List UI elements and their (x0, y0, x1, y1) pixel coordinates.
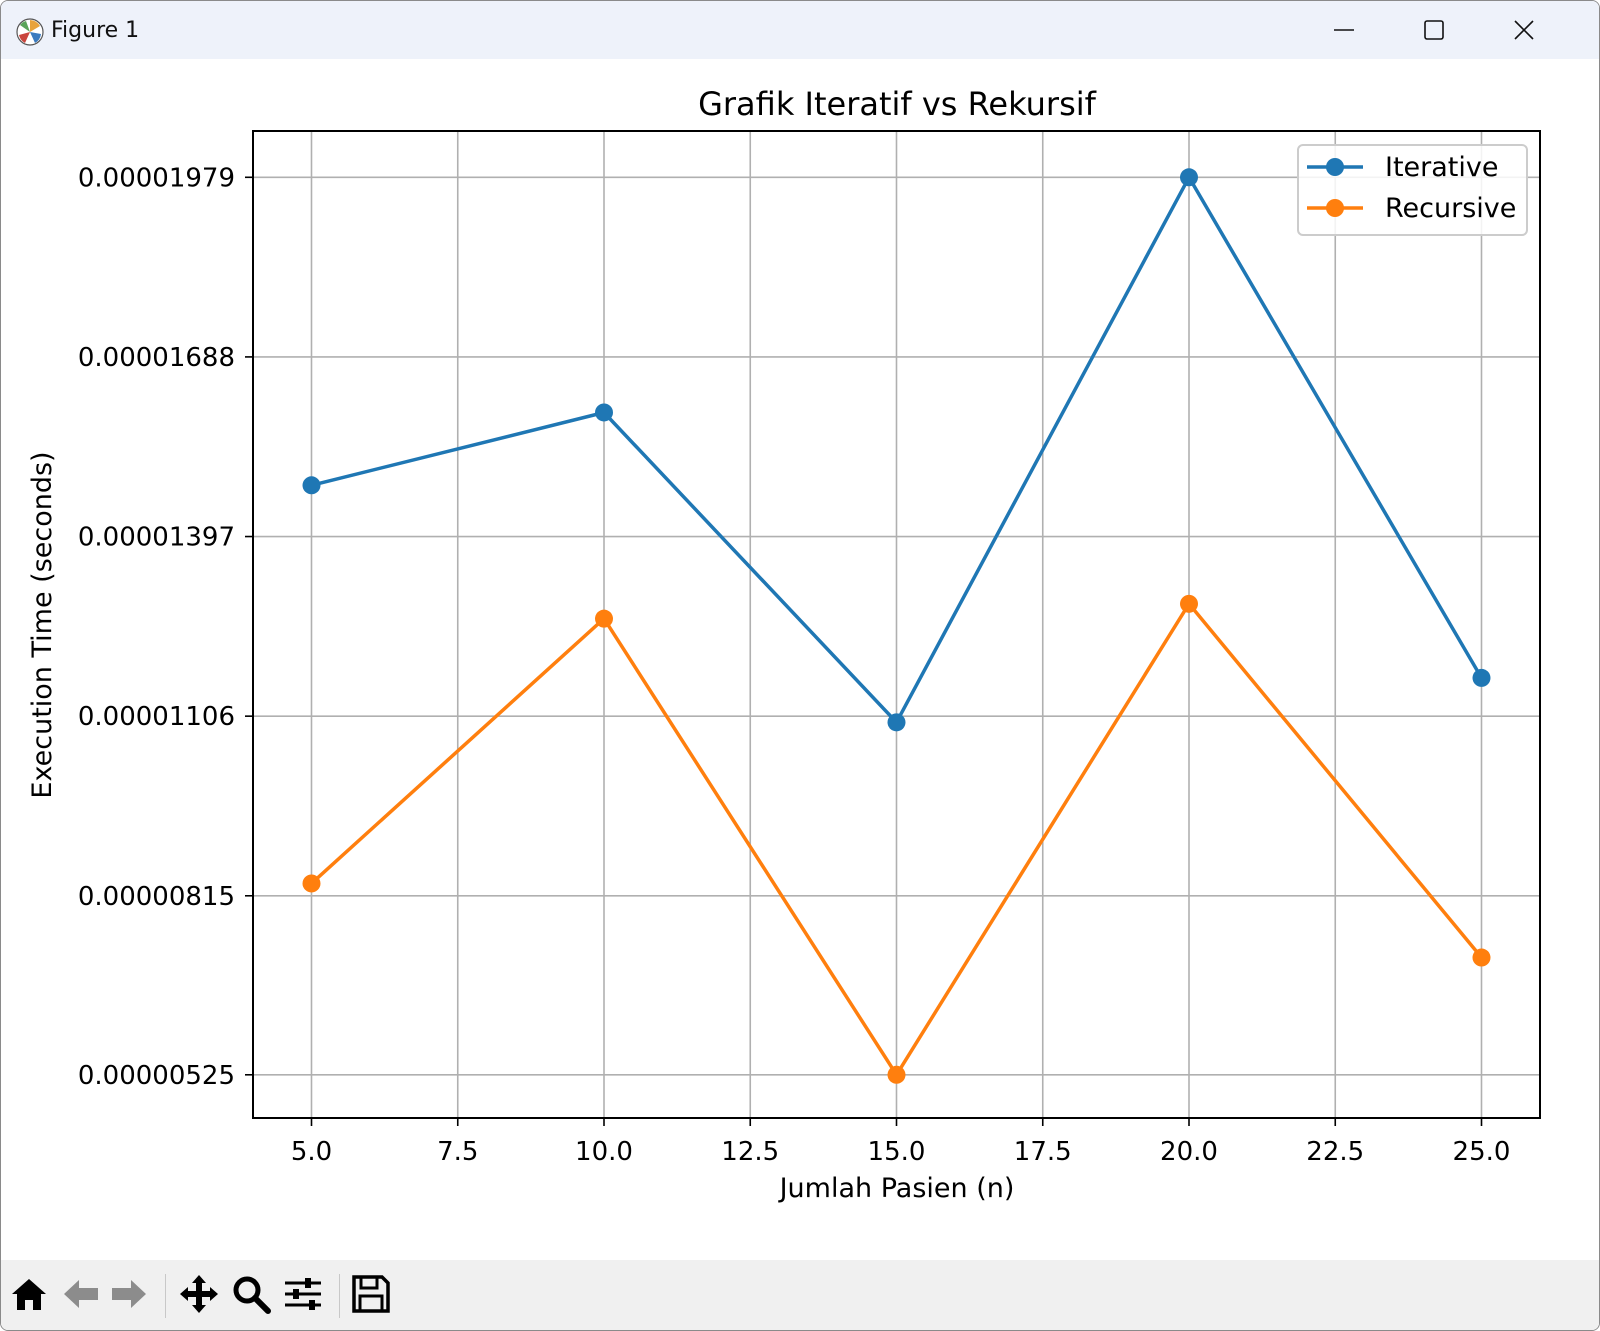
y-axis: 0.00000525 0.00000815 0.00001106 0.00001397… (78, 163, 253, 1091)
data-point-iterative (302, 476, 321, 495)
toolbar-separator (165, 1274, 166, 1318)
y-axis-label: Execution Time (seconds) (27, 451, 58, 798)
x-tick-label: 25.0 (1453, 1137, 1511, 1167)
configure-subplots-icon (285, 1278, 321, 1310)
figure-window: Figure 1 Grafik Iteratif vs Rekursif 5.0… (0, 0, 1600, 1331)
x-axis-label: Jumlah Pasien (n) (778, 1173, 1015, 1204)
y-tick-label: 0.00001106 (78, 702, 235, 732)
legend-label: Iterative (1385, 152, 1498, 183)
data-point-recursive (595, 609, 613, 628)
data-point-iterative (1180, 168, 1198, 187)
forward-arrow-icon (112, 1280, 146, 1308)
pan-button[interactable] (175, 1270, 223, 1320)
line-chart: Grafik Iteratif vs Rekursif 5.0 7.5 10.0 12… (27, 85, 1541, 1204)
back-arrow-icon (64, 1280, 98, 1308)
x-tick-label: 5.0 (291, 1137, 332, 1167)
matplotlib-app-icon (16, 18, 44, 46)
y-tick-label: 0.00001688 (78, 343, 235, 373)
data-point-iterative (887, 713, 906, 732)
minimize-button[interactable] (1309, 7, 1379, 53)
chart-title: Grafik Iteratif vs Rekursif (698, 85, 1097, 123)
title-bar[interactable]: Figure 1 (1, 1, 1599, 59)
save-button[interactable] (347, 1270, 395, 1320)
x-tick-label: 10.0 (575, 1137, 633, 1167)
data-point-recursive (1472, 948, 1491, 967)
y-tick-label: 0.00000815 (78, 882, 235, 912)
x-tick-label: 22.5 (1306, 1137, 1364, 1167)
minimize-icon (1334, 29, 1354, 31)
zoom-magnifier-icon (233, 1276, 271, 1314)
y-tick-label: 0.00000525 (78, 1061, 235, 1091)
zoom-button[interactable] (227, 1270, 275, 1320)
legend-marker-recursive (1326, 199, 1344, 217)
x-tick-label: 7.5 (437, 1137, 478, 1167)
x-tick-label: 12.5 (721, 1137, 779, 1167)
save-disk-icon (352, 1275, 390, 1313)
y-tick-label: 0.00001397 (78, 523, 235, 553)
home-button[interactable] (5, 1270, 53, 1320)
x-tick-label: 17.5 (1014, 1137, 1072, 1167)
x-tick-label: 20.0 (1160, 1137, 1218, 1167)
legend-label: Recursive (1385, 193, 1516, 224)
close-icon (1514, 20, 1534, 40)
home-icon (12, 1279, 46, 1310)
data-point-recursive (302, 874, 321, 893)
legend-marker-iterative (1326, 158, 1344, 176)
maximize-button[interactable] (1399, 7, 1469, 53)
data-point-recursive (887, 1065, 906, 1084)
legend: Iterative Recursive (1297, 144, 1528, 236)
data-point-recursive (1180, 594, 1198, 613)
window-title: Figure 1 (51, 18, 140, 43)
x-axis: 5.0 7.5 10.0 12.5 15.0 17.5 20.0 22.5 25.0 (291, 1118, 1511, 1167)
toolbar-separator (339, 1274, 340, 1318)
data-point-iterative (595, 403, 613, 422)
grid-lines (253, 131, 1540, 1118)
figure-canvas[interactable]: Grafik Iteratif vs Rekursif 5.0 7.5 10.0 12… (1, 59, 1599, 1262)
back-button[interactable] (57, 1270, 105, 1320)
y-tick-label: 0.00001979 (78, 163, 235, 193)
maximize-icon (1424, 20, 1444, 40)
pan-move-icon (180, 1275, 218, 1313)
x-tick-label: 15.0 (868, 1137, 926, 1167)
configure-subplots-button[interactable] (279, 1270, 327, 1320)
data-point-iterative (1472, 668, 1491, 687)
forward-button[interactable] (105, 1270, 153, 1320)
navigation-toolbar (1, 1260, 1599, 1330)
close-button[interactable] (1489, 7, 1559, 53)
